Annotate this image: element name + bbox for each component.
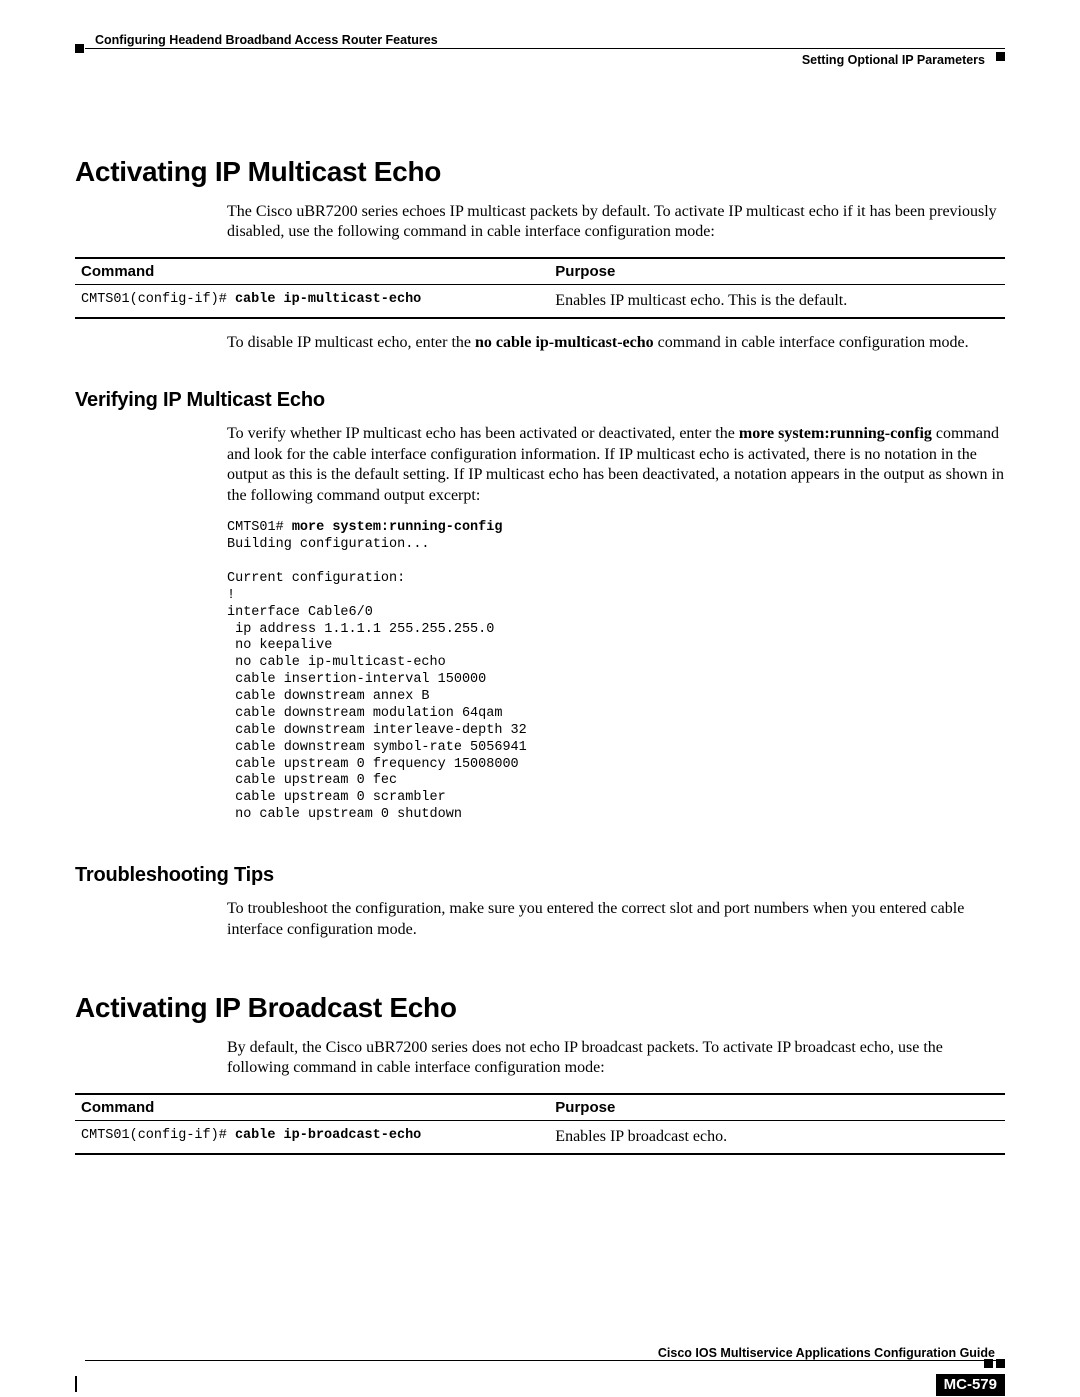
- header-accent-block: [75, 44, 84, 53]
- code-block: CMTS01# more system:running-config Build…: [227, 520, 1005, 824]
- section-title: Setting Optional IP Parameters: [802, 53, 985, 67]
- table-row: CMTS01(config-if)# cable ip-broadcast-ec…: [75, 1120, 1005, 1154]
- table-header-purpose: Purpose: [549, 258, 1005, 285]
- command-table-multicast: Command Purpose CMTS01(config-if)# cable…: [75, 257, 1005, 319]
- purpose-cell: Enables IP broadcast echo.: [549, 1120, 1005, 1154]
- footer-rule: [85, 1360, 1005, 1361]
- table-row: CMTS01(config-if)# cable ip-multicast-ec…: [75, 284, 1005, 318]
- heading-activating-multicast: Activating IP Multicast Echo: [75, 156, 1005, 188]
- table-header-purpose: Purpose: [549, 1094, 1005, 1121]
- chapter-title: Configuring Headend Broadband Access Rou…: [95, 33, 438, 47]
- header-accent-block-right: [996, 52, 1005, 61]
- heading-troubleshooting: Troubleshooting Tips: [75, 864, 1005, 887]
- page-number: MC-579: [936, 1374, 1005, 1396]
- footer-accent-block: [996, 1359, 1005, 1368]
- footer-accent-block: [984, 1359, 993, 1368]
- paragraph: To disable IP multicast echo, enter the …: [227, 333, 1005, 353]
- heading-activating-broadcast: Activating IP Broadcast Echo: [75, 992, 1005, 1024]
- header-rule: [85, 48, 1005, 49]
- command-table-broadcast: Command Purpose CMTS01(config-if)# cable…: [75, 1093, 1005, 1155]
- page: Configuring Headend Broadband Access Rou…: [0, 0, 1080, 1397]
- running-header: Configuring Headend Broadband Access Rou…: [75, 33, 1005, 88]
- footer-left-mark: [75, 1376, 83, 1392]
- command-cell: CMTS01(config-if)# cable ip-broadcast-ec…: [75, 1120, 549, 1154]
- paragraph: The Cisco uBR7200 series echoes IP multi…: [227, 202, 1005, 243]
- paragraph: By default, the Cisco uBR7200 series doe…: [227, 1038, 1005, 1079]
- paragraph: To troubleshoot the configuration, make …: [227, 899, 1005, 940]
- paragraph: To verify whether IP multicast echo has …: [227, 424, 1005, 506]
- guide-title: Cisco IOS Multiservice Applications Conf…: [75, 1346, 1005, 1360]
- heading-verifying-multicast: Verifying IP Multicast Echo: [75, 389, 1005, 412]
- purpose-cell: Enables IP multicast echo. This is the d…: [549, 284, 1005, 318]
- table-header-command: Command: [75, 1094, 549, 1121]
- command-cell: CMTS01(config-if)# cable ip-multicast-ec…: [75, 284, 549, 318]
- table-header-command: Command: [75, 258, 549, 285]
